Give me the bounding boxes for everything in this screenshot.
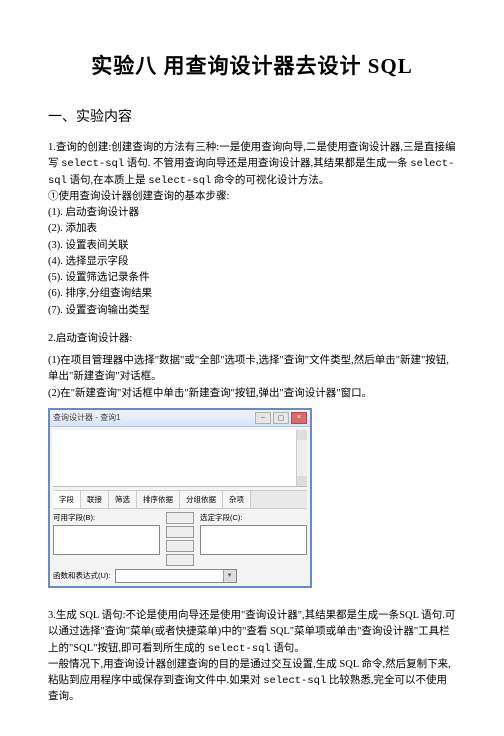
available-fields-list[interactable] [53,525,160,555]
fields-row: 可用字段(B): 选定字段(C): [53,512,307,566]
code-select-sql: select-sql [208,643,271,655]
chevron-down-icon: ▾ [223,570,236,582]
tab-group[interactable]: 分组依据 [180,491,223,508]
remove-all-button[interactable] [166,554,194,566]
maximize-icon[interactable]: ▢ [273,412,289,424]
list-item: (4). 选择显示字段 [48,254,456,270]
move-buttons [166,512,194,566]
text: 命令的可视化设计方法。 [211,175,329,186]
tab-join[interactable]: 联接 [81,491,109,508]
text: 语句. 不管用查询向导还是用查询设计器,其结果都是生成一条 [124,158,410,169]
paragraph-2a: (1)在项目管理器中选择"数据"或"全部"选项卡,选择"查询"文件类型,然后单击… [48,353,456,386]
paragraph-3b: 一般情况下,用查询设计器创建查询的目的是通过交互设置,生成 SQL 命令,然后复… [48,657,456,706]
add-button[interactable] [166,512,194,524]
tab-filter[interactable]: 筛选 [109,491,137,508]
available-fields-box: 可用字段(B): [53,512,160,566]
list-item: (6). 排序,分组查询结果 [48,286,456,302]
scrollbar[interactable] [296,430,307,486]
expression-row: 函数和表达式(U): ▾ [53,569,307,583]
designer-tabs: 字段 联接 筛选 排序依据 分组依据 杂项 [53,490,307,509]
tables-pane [53,430,307,487]
spacer [48,594,456,608]
page-title: 实验八 用查询设计器去设计 SQL [48,50,456,80]
code-select-sql: select-sql [61,158,124,170]
text: 语句。 [271,643,305,654]
remove-button[interactable] [166,540,194,552]
code-select-sql: select-sql [263,675,326,687]
tab-fields[interactable]: 字段 [53,491,81,508]
list-item: (2). 添加表 [48,221,456,237]
available-fields-label: 可用字段(B): [53,512,160,523]
selected-fields-label: 选定字段(C): [200,512,307,523]
paragraph-1: 1.查询的创建:创建查询的方法有三种:一是使用查询向导,二是使用查询设计器,三是… [48,140,456,189]
steps-list: (1). 启动查询设计器 (2). 添加表 (3). 设置表间关联 (4). 选… [48,205,456,319]
list-item: (5). 设置筛选记录条件 [48,270,456,286]
tab-misc[interactable]: 杂项 [223,491,251,508]
close-icon[interactable]: × [291,412,307,424]
minimize-icon[interactable]: – [255,412,271,424]
paragraph-2b: (2)在"新建查询"对话框中单击"新建查询"按钮,弹出"查询设计器"窗口。 [48,386,456,402]
query-designer-screenshot: 查询设计器 - 查询1 – ▢ × 字段 联接 筛选 排序依据 分组依据 杂项 … [48,408,312,588]
section-heading-1: 一、实验内容 [48,106,456,126]
expression-dropdown[interactable]: ▾ [115,569,237,583]
code-select-sql: select-sql [148,175,211,187]
text: 语句,在本质上是 [67,175,148,186]
list-item: (3). 设置表间关联 [48,238,456,254]
list-item: (7). 设置查询输出类型 [48,303,456,319]
document-page: 实验八 用查询设计器去设计 SQL 一、实验内容 1.查询的创建:创建查询的方法… [0,0,504,736]
paragraph-3a: 3.生成 SQL 语句:不论是使用向导还是使用"查询设计器",其结果都是生成一条… [48,608,456,657]
window-buttons: – ▢ × [255,412,307,424]
window-title-text: 查询设计器 - 查询1 [53,412,121,423]
list-item: (1). 启动查询设计器 [48,205,456,221]
paragraph-steps-intro: ①使用查询设计器创建查询的基本步骤: [48,189,456,205]
add-all-button[interactable] [166,526,194,538]
selected-fields-list[interactable] [200,525,307,555]
selected-fields-box: 选定字段(C): [200,512,307,566]
window-titlebar: 查询设计器 - 查询1 – ▢ × [50,410,310,427]
subheading-2: 2.启动查询设计器: [48,331,456,347]
expression-label: 函数和表达式(U): [53,570,111,581]
tab-order[interactable]: 排序依据 [137,491,180,508]
